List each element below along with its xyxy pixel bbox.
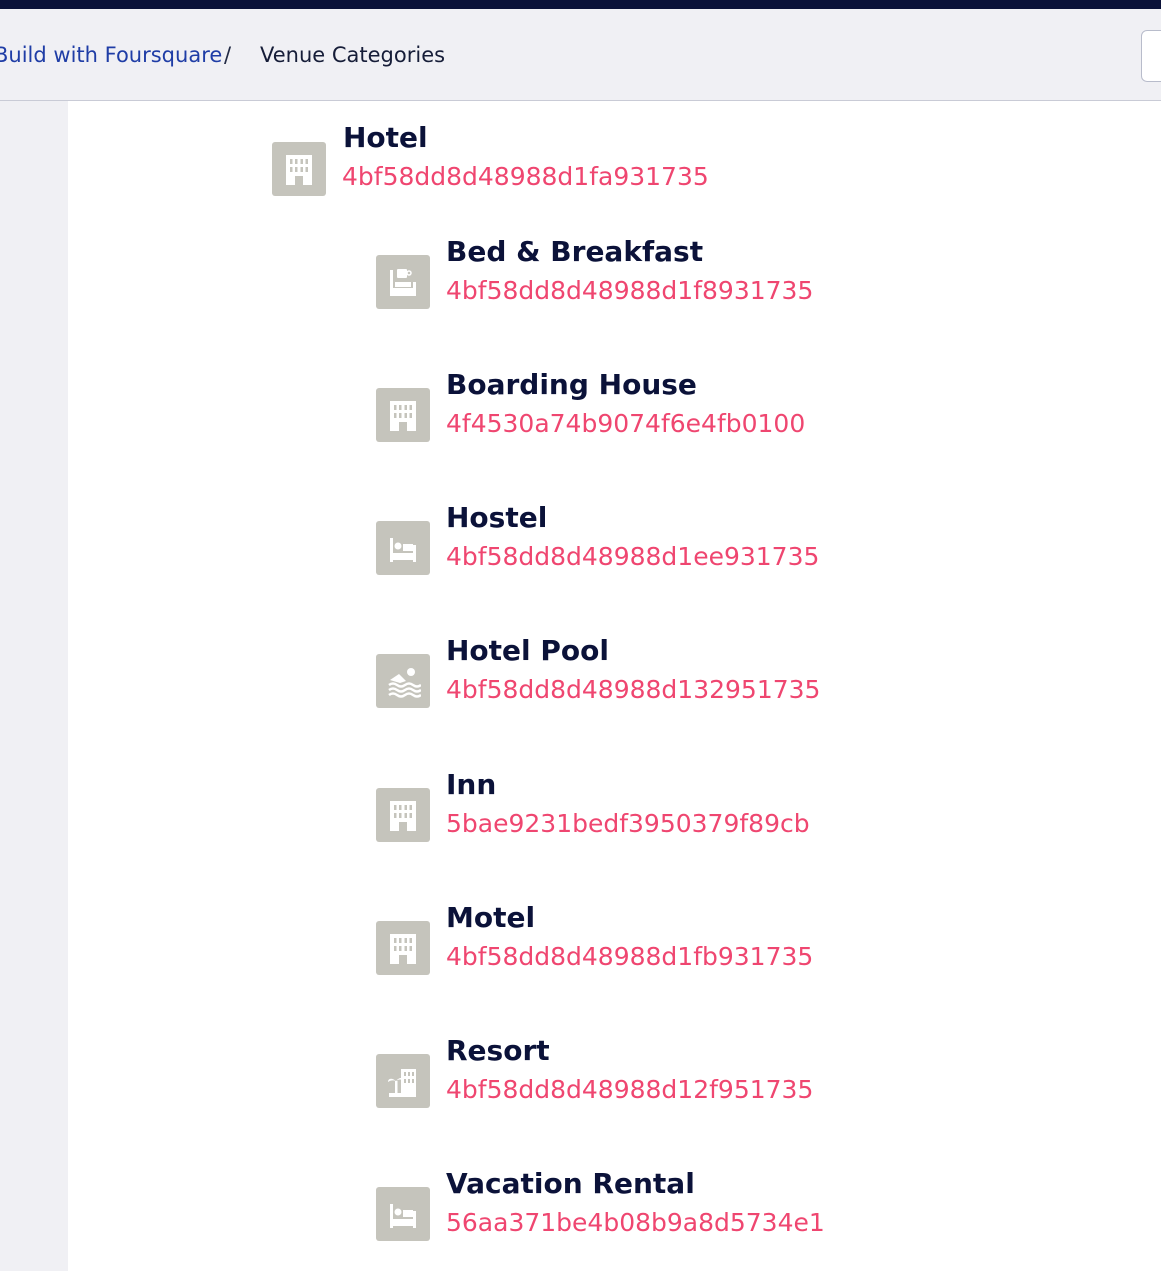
category-name: Inn bbox=[446, 768, 497, 801]
building-icon bbox=[376, 921, 430, 975]
category-name: Boarding House bbox=[446, 368, 697, 401]
category-id: 56aa371be4b08b9a8d5734e1 bbox=[446, 1208, 825, 1237]
building-icon bbox=[376, 388, 430, 442]
category-id: 4f4530a74b9074f6e4fb0100 bbox=[446, 409, 806, 438]
building-icon bbox=[376, 788, 430, 842]
breadcrumb-separator: / bbox=[224, 43, 232, 67]
category-name: Bed & Breakfast bbox=[446, 235, 704, 268]
category-id: 4bf58dd8d48988d12f951735 bbox=[446, 1075, 814, 1104]
resort-icon bbox=[376, 1054, 430, 1108]
top-nav-bar bbox=[0, 0, 1161, 9]
category-id: 4bf58dd8d48988d1ee931735 bbox=[446, 542, 820, 571]
category-name: Vacation Rental bbox=[446, 1167, 695, 1200]
bed-breakfast-icon bbox=[376, 255, 430, 309]
category-id: 4bf58dd8d48988d1fb931735 bbox=[446, 942, 814, 971]
category-name: Motel bbox=[446, 901, 536, 934]
breadcrumb-current: Venue Categories bbox=[260, 43, 446, 67]
category-name: Hostel bbox=[446, 501, 548, 534]
breadcrumb-link-build[interactable]: Build with Foursquare bbox=[0, 43, 222, 67]
category-name: Hotel bbox=[343, 121, 428, 154]
category-id: 5bae9231bedf3950379f89cb bbox=[446, 809, 810, 838]
pool-icon bbox=[376, 654, 430, 708]
category-name: Hotel Pool bbox=[446, 634, 609, 667]
bed-icon bbox=[376, 1187, 430, 1241]
building-icon bbox=[272, 142, 326, 196]
search-input[interactable] bbox=[1141, 30, 1161, 82]
bed-icon bbox=[376, 521, 430, 575]
category-id: 4bf58dd8d48988d132951735 bbox=[446, 675, 821, 704]
category-name: Resort bbox=[446, 1034, 550, 1067]
category-id: 4bf58dd8d48988d1f8931735 bbox=[446, 276, 814, 305]
breadcrumb: Build with Foursquare / Venue Categories bbox=[0, 9, 1161, 101]
category-id: 4bf58dd8d48988d1fa931735 bbox=[342, 162, 709, 191]
sidebar bbox=[0, 101, 68, 1271]
